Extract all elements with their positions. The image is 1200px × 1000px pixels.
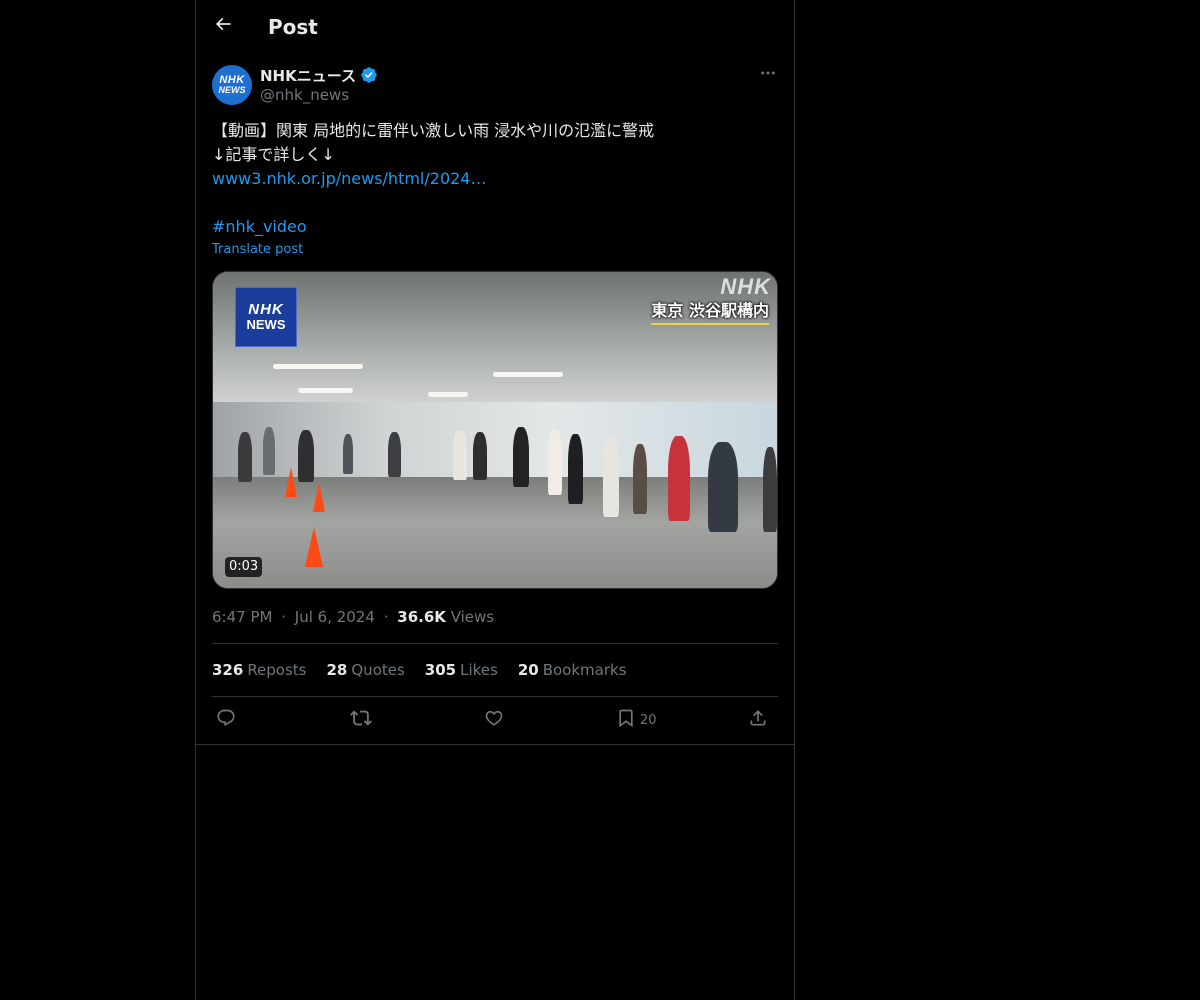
avatar-text-line2: NEWS — [218, 85, 246, 95]
video-frame-light — [273, 364, 363, 369]
divider — [196, 744, 794, 745]
post-link[interactable]: www3.nhk.or.jp/news/html/2024… — [212, 169, 486, 188]
divider — [212, 696, 778, 697]
post-header: Post — [196, 0, 794, 53]
separator-dot: · — [281, 608, 287, 626]
video-duration: 0:03 — [225, 557, 263, 577]
arrow-left-icon — [213, 14, 233, 38]
heart-icon — [484, 708, 504, 732]
repost-button[interactable] — [350, 706, 372, 734]
hashtag-link[interactable]: #nhk_video — [212, 217, 307, 236]
action-bar: 20 — [212, 706, 778, 734]
video-frame-cone — [305, 527, 323, 567]
post-text: 【動画】関東 局地的に雷伴い激しい雨 浸水や川の氾濫に警戒 ↓記事で詳しく↓ w… — [212, 119, 778, 239]
more-options-button[interactable] — [756, 64, 780, 86]
separator-dot: · — [383, 608, 389, 626]
post-text-line: 【動画】関東 局地的に雷伴い激しい雨 浸水や川の氾濫に警戒 — [212, 121, 655, 140]
likes-stat[interactable]: 305 Likes — [425, 660, 498, 680]
video-player[interactable]: NHK NEWS NHK 東京 渋谷駅構内 0:03 — [212, 271, 778, 589]
views-count: 36.6K — [397, 608, 446, 626]
reposts-count: 326 — [212, 661, 244, 679]
bookmark-action-count: 20 — [640, 712, 657, 728]
quotes-count: 28 — [326, 661, 348, 679]
display-name[interactable]: NHKニュース — [260, 65, 356, 86]
likes-label: Likes — [460, 661, 498, 679]
like-button[interactable] — [484, 706, 504, 734]
author-info: NHKニュース @nhk_news — [260, 64, 378, 104]
quotes-stat[interactable]: 28 Quotes — [327, 660, 405, 680]
video-frame-light — [298, 388, 353, 393]
bookmarks-count: 20 — [517, 661, 539, 679]
repost-icon — [350, 707, 372, 733]
avatar[interactable]: NHK NEWS — [212, 65, 252, 105]
avatar-text-line1: NHK — [219, 74, 245, 86]
video-frame-light — [428, 392, 468, 397]
video-frame-crowd — [228, 422, 777, 532]
post-time[interactable]: 6:47 PM — [212, 608, 272, 626]
likes-count: 305 — [424, 661, 457, 679]
quotes-label: Quotes — [351, 661, 405, 679]
divider — [212, 643, 778, 644]
page-title: Post — [268, 15, 318, 39]
verified-badge-icon[interactable] — [360, 66, 378, 84]
location-caption: 東京 渋谷駅構内 — [651, 297, 769, 325]
nhk-logo-text: NHK — [248, 301, 284, 318]
user-handle[interactable]: @nhk_news — [260, 86, 378, 104]
post-text-line: ↓記事で詳しく↓ — [212, 145, 335, 164]
nhk-news-logo: NHK NEWS — [235, 287, 297, 347]
video-frame-cone — [313, 482, 325, 512]
more-horizontal-icon — [759, 64, 777, 86]
back-button[interactable] — [209, 12, 237, 40]
post-meta: 6:47 PM · Jul 6, 2024 · 36.6K Views — [212, 607, 494, 627]
post-date[interactable]: Jul 6, 2024 — [295, 608, 375, 626]
reposts-label: Reposts — [247, 661, 307, 679]
bookmark-icon — [616, 707, 636, 733]
bookmark-button[interactable]: 20 — [616, 706, 657, 734]
bookmarks-stat[interactable]: 20 Bookmarks — [518, 660, 627, 680]
reposts-stat[interactable]: 326 Reposts — [212, 660, 307, 680]
video-frame-cone — [285, 467, 297, 497]
display-name-row: NHKニュース — [260, 64, 378, 86]
bookmarks-label: Bookmarks — [542, 661, 627, 679]
reply-icon — [216, 708, 236, 732]
share-icon — [748, 708, 768, 732]
news-logo-text: NEWS — [246, 317, 286, 332]
share-button[interactable] — [748, 706, 768, 734]
translate-post-link[interactable]: Translate post — [212, 242, 303, 257]
post-column: Post NHK NEWS NHKニュース @nhk_news 【動画】関東 局… — [195, 0, 795, 1000]
engagement-stats: 326 Reposts 28 Quotes 305 Likes 20 Bookmarks — [212, 660, 627, 680]
video-frame-light — [493, 372, 563, 377]
reply-button[interactable] — [216, 706, 236, 734]
views-label: Views — [450, 608, 495, 626]
video-frame-ceiling — [213, 272, 777, 402]
